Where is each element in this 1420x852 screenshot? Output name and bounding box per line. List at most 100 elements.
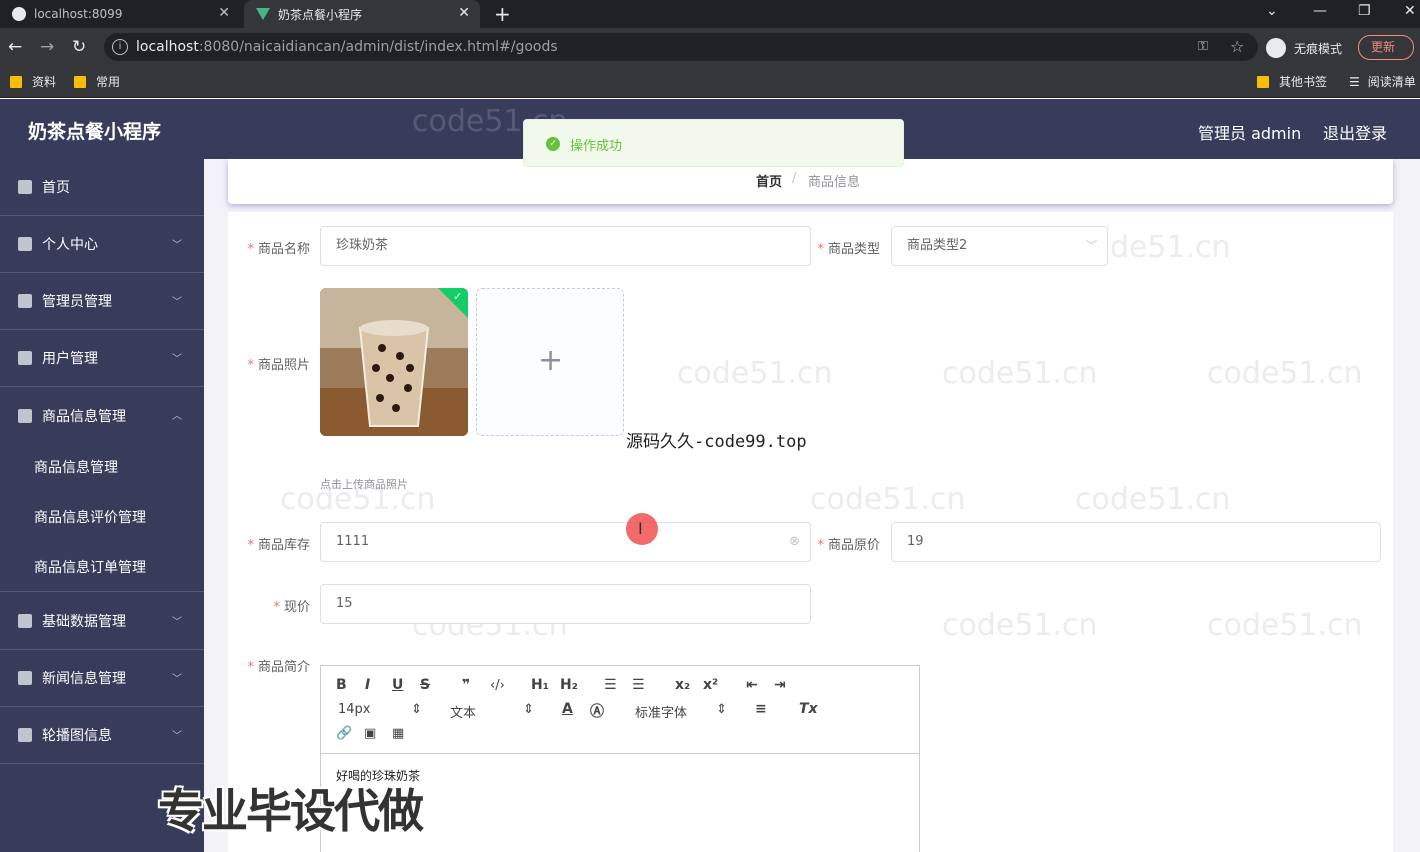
plus-icon: + (538, 343, 564, 378)
data-icon (18, 614, 32, 628)
goods-price-input[interactable]: 15 (320, 584, 811, 624)
goods-icon (18, 408, 32, 423)
new-tab-icon[interactable]: + (494, 2, 511, 26)
globe-icon (12, 7, 26, 21)
folder-icon (74, 75, 86, 88)
watermark: code51.cn (810, 482, 966, 517)
incognito-indicator[interactable]: 无痕模式 (1266, 38, 1342, 58)
text-color-icon[interactable]: A (562, 701, 573, 717)
home-icon (18, 180, 32, 194)
chevron-down-icon: ﹀ (172, 240, 182, 251)
link-icon[interactable]: 🔗 (336, 726, 352, 741)
indent-icon[interactable]: ⇥ (774, 677, 786, 693)
sidebar-item-basedata[interactable]: 基础数据管理 ﹀ (0, 593, 204, 650)
goods-intro-label: * 商品简介 (247, 660, 310, 675)
window-close-icon[interactable]: ✕ (1404, 3, 1416, 19)
clear-format-icon[interactable]: Tx (799, 701, 818, 717)
superscript-icon[interactable]: x² (703, 677, 718, 693)
blockquote-icon[interactable]: ❞ (462, 677, 470, 693)
watermark: code51.cn (942, 356, 1098, 391)
sidebar-item-users[interactable]: 用户管理 ﹀ (0, 330, 204, 387)
italic-icon[interactable]: I (365, 677, 370, 693)
sidebar-item-admins[interactable]: 管理员管理 ﹀ (0, 273, 204, 330)
breadcrumb-current: 商品信息 (808, 175, 861, 190)
code-icon[interactable]: ‹/› (490, 678, 505, 693)
info-icon[interactable]: i (112, 39, 128, 55)
sidebar-item-home[interactable]: 首页 (0, 159, 204, 216)
toast-message: 操作成功 (570, 139, 623, 154)
admin-icon (18, 294, 32, 308)
minimize-icon[interactable]: — (1313, 3, 1327, 19)
bookmark-folder[interactable]: 资料 (10, 73, 56, 90)
reading-list-icon: ☰ (1349, 74, 1360, 89)
goods-photo-thumbnail[interactable] (320, 288, 468, 436)
milk-tea-image (320, 288, 468, 436)
sidebar-item-profile[interactable]: 个人中心 ﹀ (0, 216, 204, 273)
outdent-icon[interactable]: ⇤ (746, 677, 758, 693)
header-select[interactable]: 文本 ⇕ (450, 702, 536, 721)
sidebar-item-goods[interactable]: 商品信息管理 ︿ (0, 387, 204, 444)
watermark: code51.cn (1075, 482, 1231, 517)
goods-name-input[interactable]: 珍珠奶茶 (320, 226, 811, 266)
goods-price-label: * 现价 (273, 600, 310, 615)
browser-tab[interactable]: localhost:8099 ✕ (0, 0, 240, 28)
updown-icon: ⇕ (716, 702, 727, 717)
chevron-down-icon: ﹀ (172, 674, 182, 685)
goods-stock-input[interactable]: 1111 ⊗ (320, 522, 811, 562)
breadcrumb-home[interactable]: 首页 (756, 171, 782, 190)
back-icon[interactable]: ← (8, 37, 22, 57)
sidebar-item-carousel[interactable]: 轮播图信息 ﹀ (0, 707, 204, 764)
goods-photo-label: * 商品照片 (247, 358, 310, 373)
background-color-icon[interactable]: Ⓐ (590, 701, 604, 721)
folder-icon (10, 75, 22, 88)
forward-icon[interactable]: → (40, 37, 54, 57)
goods-orig-price-label: * 商品原价 (817, 538, 880, 553)
strike-icon[interactable]: S (420, 677, 430, 693)
chevron-down-icon: ﹀ (172, 297, 182, 308)
incognito-icon (1266, 38, 1286, 58)
bookmarks-bar (0, 66, 1420, 98)
underline-icon[interactable]: U (392, 677, 403, 693)
reading-list[interactable]: ☰ 阅读清单 (1349, 73, 1416, 90)
sidebar-subitem-goods[interactable]: 商品信息管理 (0, 442, 204, 492)
folder-icon (1257, 75, 1269, 88)
bookmark-folder[interactable]: 常用 (74, 73, 120, 90)
heading1-icon[interactable]: H₁ (531, 677, 549, 693)
browser-tab-active[interactable]: 奶茶点餐小程序 ✕ (244, 0, 480, 28)
bold-icon[interactable]: B (336, 677, 347, 693)
subscript-icon[interactable]: x₂ (675, 677, 690, 693)
image-icon[interactable]: ▣ (364, 726, 376, 741)
video-icon[interactable]: ▦ (392, 726, 404, 741)
chevron-up-icon: ︿ (172, 411, 182, 422)
promo-overlay: 专业毕设代做 (158, 784, 424, 838)
logout-button[interactable]: 退出登录 (1323, 120, 1387, 144)
ordered-list-icon[interactable]: ☰ (604, 677, 617, 693)
star-icon[interactable]: ☆ (1230, 37, 1244, 56)
bullet-list-icon[interactable]: ☰ (632, 677, 645, 693)
align-icon[interactable]: ≡ (755, 701, 767, 717)
font-family-select[interactable]: 标准字体 ⇕ (635, 702, 729, 721)
reload-icon[interactable]: ↻ (72, 37, 86, 57)
sidebar-item-news[interactable]: 新闻信息管理 ﹀ (0, 650, 204, 707)
goods-orig-price-input[interactable]: 19 (891, 522, 1381, 562)
watermark: code51.cn (1207, 356, 1363, 391)
clear-icon[interactable]: ⊗ (789, 523, 800, 561)
close-icon[interactable]: ✕ (218, 5, 230, 21)
restore-icon[interactable]: ❐ (1358, 3, 1371, 19)
tab-search-icon[interactable]: ⌄ (1266, 3, 1278, 19)
sidebar-subitem-reviews[interactable]: 商品信息评价管理 (0, 492, 204, 542)
bookmark-folder[interactable]: 其他书签 (1257, 73, 1327, 90)
watermark: code51.cn (677, 356, 833, 391)
update-button[interactable]: 更新 (1358, 35, 1414, 60)
text-cursor-icon: I (638, 519, 643, 538)
key-icon[interactable]: ⚿ (1198, 39, 1208, 54)
goods-name-label: * 商品名称 (247, 242, 310, 257)
font-size-select[interactable]: 14px ⇕ (338, 702, 424, 717)
tab-title: localhost:8099 (34, 7, 123, 21)
sidebar-subitem-orders[interactable]: 商品信息订单管理 (0, 542, 204, 592)
goods-type-select[interactable]: 商品类型2 ﹀ (891, 226, 1108, 266)
heading2-icon[interactable]: H₂ (560, 677, 578, 693)
watermark: code51.cn (1207, 608, 1363, 643)
close-icon[interactable]: ✕ (458, 5, 470, 21)
check-icon: ✓ (453, 290, 463, 303)
